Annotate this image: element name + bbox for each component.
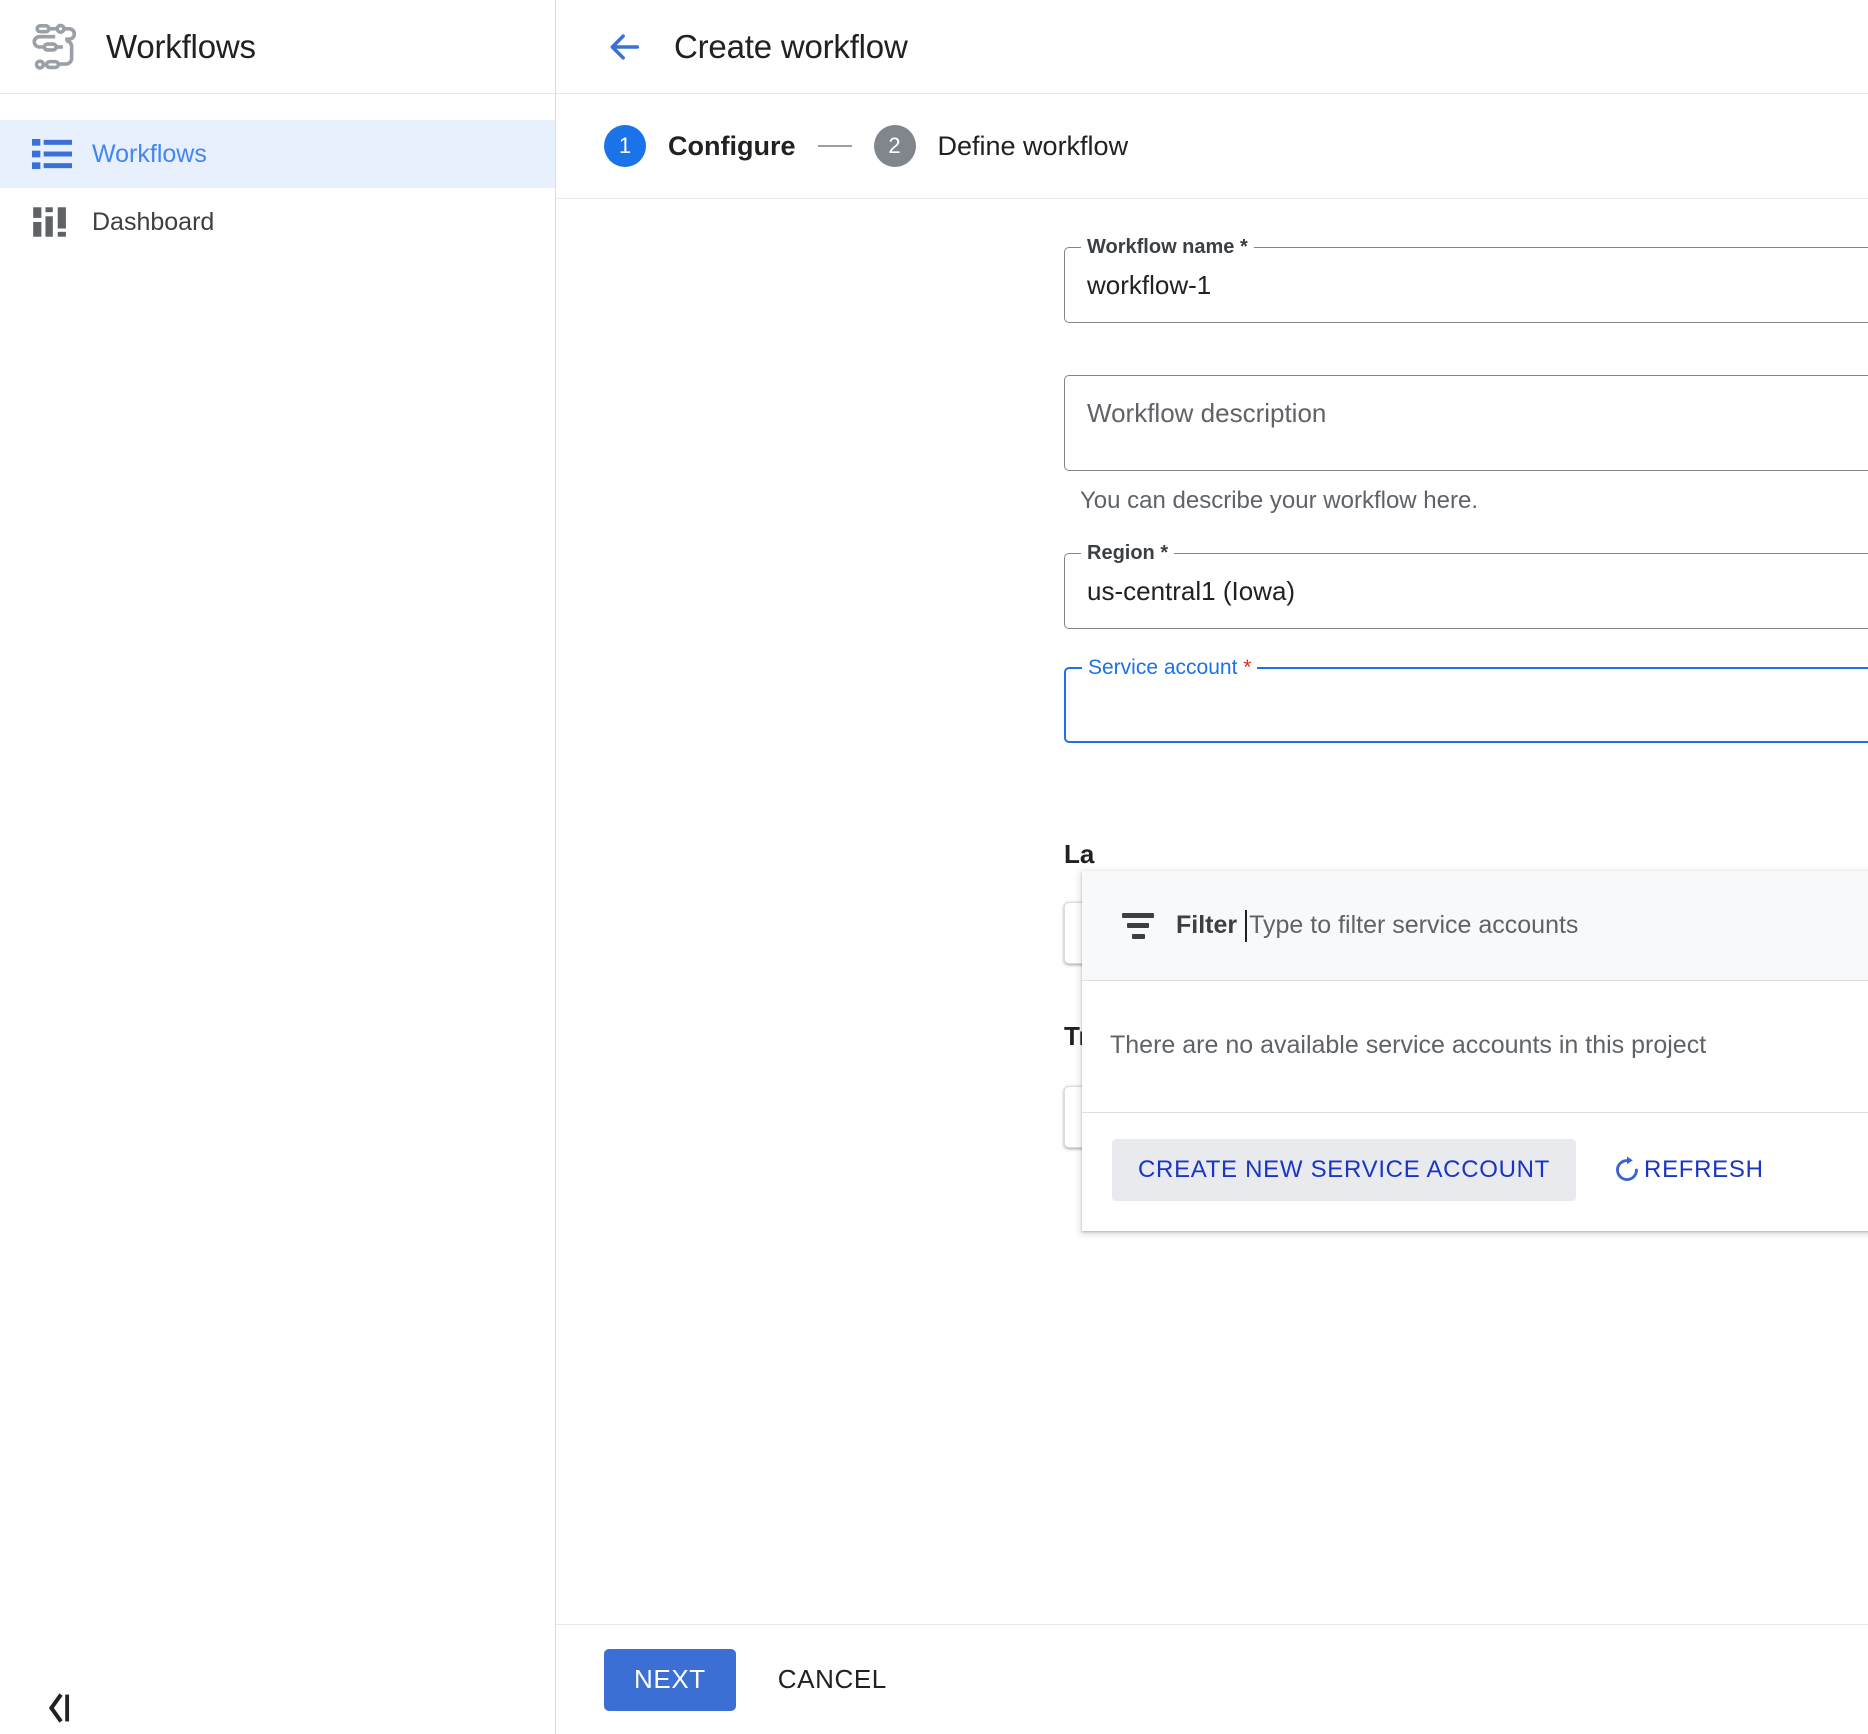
workflow-name-label: Workflow name * bbox=[1081, 235, 1254, 259]
service-account-empty-message: There are no available service accounts … bbox=[1082, 981, 1868, 1113]
product-title: Workflows bbox=[106, 28, 256, 66]
sidebar-item-label: Dashboard bbox=[92, 208, 214, 237]
sidebar-header: Workflows bbox=[0, 0, 555, 94]
workflow-name-field: Workflow name * workflow-1 ? bbox=[1064, 247, 1868, 323]
list-icon bbox=[32, 132, 78, 176]
next-button[interactable]: NEXT bbox=[604, 1649, 736, 1711]
step-define-workflow[interactable]: 2 Define workflow bbox=[874, 125, 1129, 167]
refresh-icon bbox=[1612, 1155, 1642, 1185]
required-asterisk: * bbox=[1243, 656, 1251, 679]
service-account-dropdown: Filter Type to filter service accounts T… bbox=[1082, 871, 1868, 1231]
region-label: Region * bbox=[1081, 541, 1174, 565]
step-divider bbox=[818, 145, 852, 147]
sidebar-item-workflows[interactable]: Workflows bbox=[0, 120, 555, 188]
service-account-field: Service account * bbox=[1064, 667, 1868, 743]
step-number-badge: 2 bbox=[874, 125, 916, 167]
filter-list-icon bbox=[1122, 913, 1154, 939]
region-value: us-central1 (Iowa) bbox=[1087, 576, 1295, 607]
service-account-select[interactable]: Service account * bbox=[1064, 667, 1868, 743]
app-root: Workflows Workflow bbox=[0, 0, 1868, 1734]
service-account-filter-row[interactable]: Filter Type to filter service accounts bbox=[1082, 871, 1868, 981]
step-number-badge: 1 bbox=[604, 125, 646, 167]
main-panel: Create workflow 1 Configure 2 Define wor… bbox=[556, 0, 1868, 1734]
sidebar-nav: Workflows Dashboard bbox=[0, 94, 555, 256]
bar-chart-icon bbox=[32, 200, 78, 244]
main-header: Create workflow bbox=[556, 0, 1868, 94]
create-new-service-account-button[interactable]: CREATE NEW SERVICE ACCOUNT bbox=[1112, 1139, 1576, 1201]
step-label: Configure bbox=[668, 131, 796, 162]
sidebar-item-label: Workflows bbox=[92, 140, 207, 169]
workflow-description-hint: You can describe your workflow here. bbox=[1080, 487, 1868, 515]
region-select[interactable]: Region * us-central1 (Iowa) bbox=[1064, 553, 1868, 629]
step-configure[interactable]: 1 Configure bbox=[604, 125, 796, 167]
workflow-description-textarea[interactable]: Workflow description bbox=[1064, 375, 1868, 471]
page-title: Create workflow bbox=[674, 28, 908, 66]
sidebar-item-dashboard[interactable]: Dashboard bbox=[0, 188, 555, 256]
step-label: Define workflow bbox=[938, 131, 1129, 162]
workflow-description-field: Workflow description bbox=[1064, 375, 1868, 471]
stepper: 1 Configure 2 Define workflow bbox=[556, 94, 1868, 199]
sidebar: Workflows Workflow bbox=[0, 0, 556, 1734]
refresh-label: REFRESH bbox=[1644, 1156, 1764, 1184]
workflow-graph-icon bbox=[30, 20, 84, 74]
back-arrow-icon[interactable] bbox=[596, 19, 652, 75]
labels-section-title: La bbox=[1064, 839, 1868, 870]
collapse-panel-icon[interactable] bbox=[38, 1686, 88, 1730]
refresh-button[interactable]: REFRESH bbox=[1610, 1149, 1766, 1191]
filter-label: Filter bbox=[1176, 911, 1237, 940]
service-account-label: Service account * bbox=[1082, 656, 1257, 680]
service-account-dropdown-actions: CREATE NEW SERVICE ACCOUNT REFRESH bbox=[1082, 1113, 1868, 1231]
region-field: Region * us-central1 (Iowa) bbox=[1064, 553, 1868, 629]
form-scroll-area: Workflow name * workflow-1 ? Workflow bbox=[556, 199, 1868, 1624]
workflow-name-value: workflow-1 bbox=[1087, 270, 1211, 301]
form-footer: NEXT CANCEL bbox=[556, 1624, 1868, 1734]
cancel-button[interactable]: CANCEL bbox=[752, 1649, 913, 1711]
workflow-name-input[interactable]: Workflow name * workflow-1 ? bbox=[1064, 247, 1868, 323]
workflow-description-placeholder: Workflow description bbox=[1087, 398, 1326, 429]
text-cursor bbox=[1245, 910, 1247, 942]
service-account-filter-input[interactable]: Type to filter service accounts bbox=[1249, 911, 1578, 940]
